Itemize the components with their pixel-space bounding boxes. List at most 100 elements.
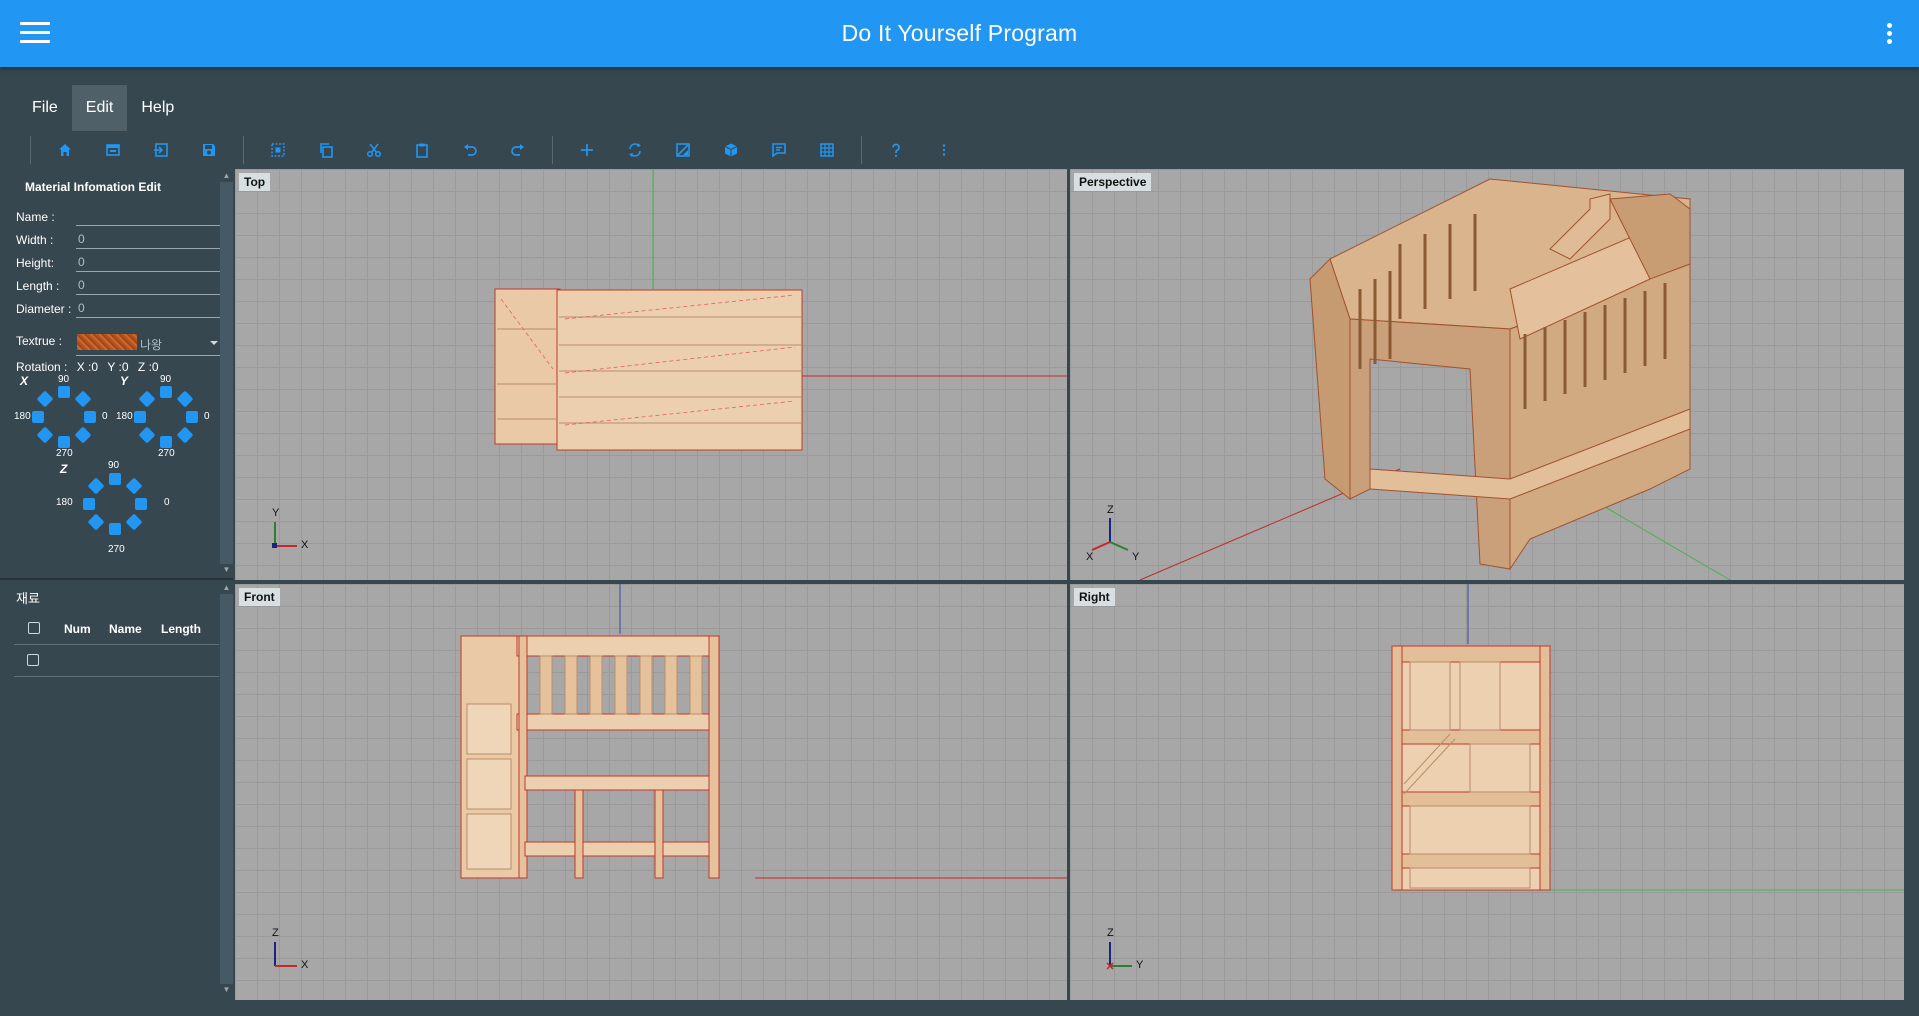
- dial-z-270-label: 270: [108, 544, 125, 555]
- height-input[interactable]: 0: [76, 252, 220, 272]
- paste-icon[interactable]: [406, 136, 438, 164]
- dial-x-knob[interactable]: [58, 436, 70, 448]
- scroll-down-arrow[interactable]: ▼: [220, 564, 233, 576]
- add-icon[interactable]: [571, 136, 603, 164]
- dial-x-knob[interactable]: [32, 411, 44, 423]
- save-icon[interactable]: [193, 136, 225, 164]
- help-icon[interactable]: [880, 136, 912, 164]
- material-info-panel: Material Infomation Edit Name : Width : …: [0, 168, 233, 580]
- gizmo-axis-z: Z: [1107, 927, 1114, 939]
- rotation-y-value: Y :0: [107, 360, 129, 374]
- dial-y-knob[interactable]: [186, 411, 198, 423]
- width-input[interactable]: 0: [76, 229, 220, 249]
- dial-y-knob[interactable]: [176, 390, 194, 408]
- gizmo-axis-y: Y: [1136, 959, 1144, 971]
- dial-z-knob[interactable]: [125, 477, 143, 495]
- table-row[interactable]: [14, 644, 219, 677]
- dial-z-knob[interactable]: [109, 473, 121, 485]
- scroll-down-arrow[interactable]: ▼: [220, 984, 233, 996]
- dial-x-knob[interactable]: [36, 390, 54, 408]
- viewport-right[interactable]: Right Z Y: [1070, 584, 1904, 1000]
- dial-y-knob[interactable]: [160, 436, 172, 448]
- toolbar-separator: [243, 136, 244, 164]
- dial-y-axis-label: Y: [120, 374, 129, 388]
- dial-y-knob[interactable]: [160, 386, 172, 398]
- gizmo-axis-x: X: [1086, 551, 1094, 563]
- dial-x-knob[interactable]: [74, 426, 92, 444]
- viewport-label: Front: [239, 588, 280, 606]
- materials-scrollbar[interactable]: [220, 594, 233, 984]
- length-label: Length :: [16, 279, 60, 293]
- copy-icon[interactable]: [310, 136, 342, 164]
- rotation-readout: Rotation : X :0 Y :0 Z :0: [16, 360, 159, 374]
- toolbar-separator: [30, 136, 31, 164]
- dial-x-knob[interactable]: [36, 426, 54, 444]
- more-vert-icon[interactable]: [928, 136, 960, 164]
- scroll-up-arrow[interactable]: ▲: [220, 170, 233, 182]
- column-name: Name: [109, 622, 142, 636]
- dial-y-knob[interactable]: [138, 390, 156, 408]
- width-label: Width :: [16, 233, 54, 247]
- axis-gizmo: Y X: [265, 504, 315, 554]
- length-input[interactable]: 0: [76, 275, 220, 295]
- redo-icon[interactable]: [502, 136, 534, 164]
- image-icon[interactable]: [667, 136, 699, 164]
- cut-icon[interactable]: [358, 136, 390, 164]
- dial-x-knob[interactable]: [74, 390, 92, 408]
- dial-x-knob[interactable]: [58, 386, 70, 398]
- more-vert-icon[interactable]: [1887, 23, 1893, 45]
- rotation-z-value: Z :0: [137, 360, 159, 374]
- dial-z-knob[interactable]: [83, 498, 95, 510]
- import-icon[interactable]: [145, 136, 177, 164]
- comment-icon[interactable]: [763, 136, 795, 164]
- info-scrollbar[interactable]: [220, 182, 233, 564]
- dial-y-180-label: 180: [116, 411, 133, 422]
- viewport-label: Top: [239, 173, 271, 191]
- viewport-perspective[interactable]: Perspective Z X Y: [1070, 169, 1904, 580]
- menu-help[interactable]: Help: [127, 85, 188, 131]
- viewport-front[interactable]: Front Z X: [235, 584, 1067, 1000]
- front-view-model: [460, 584, 1067, 879]
- viewport-top[interactable]: Top Y X: [235, 169, 1067, 580]
- undo-icon[interactable]: [454, 136, 486, 164]
- toolbar-separator: [552, 136, 553, 164]
- cube-icon[interactable]: [715, 136, 747, 164]
- grid-icon[interactable]: [811, 136, 843, 164]
- chevron-down-icon: [210, 341, 218, 345]
- dial-x-knob[interactable]: [84, 411, 96, 423]
- gizmo-axis-z: Z: [1107, 504, 1114, 516]
- height-row: Height: 0: [16, 252, 221, 275]
- dial-z-knob[interactable]: [125, 513, 143, 531]
- scroll-up-arrow[interactable]: ▲: [220, 582, 233, 594]
- dial-y-0-label: 0: [204, 411, 210, 422]
- name-input[interactable]: [76, 206, 220, 226]
- dial-z-knob[interactable]: [87, 477, 105, 495]
- select-all-checkbox[interactable]: [28, 622, 40, 634]
- row-checkbox[interactable]: [27, 654, 39, 666]
- texture-select[interactable]: 나왕: [76, 332, 220, 356]
- dial-z-knob[interactable]: [109, 523, 121, 535]
- rotation-dial-x: X 90 180 0 270: [14, 374, 114, 474]
- home-icon[interactable]: [49, 136, 81, 164]
- materials-table-header: Num Name Length: [14, 612, 219, 645]
- texture-swatch: [77, 334, 137, 350]
- diameter-row: Diameter : 0: [16, 298, 221, 321]
- toolbar: [20, 135, 968, 165]
- diameter-input[interactable]: 0: [76, 298, 220, 318]
- dial-y-270-label: 270: [158, 448, 175, 459]
- dial-y-knob[interactable]: [134, 411, 146, 423]
- rotation-dial-z: Z 90 180 0 270: [56, 460, 170, 560]
- dial-z-knob[interactable]: [87, 513, 105, 531]
- select-icon[interactable]: [262, 136, 294, 164]
- menu-edit[interactable]: Edit: [71, 85, 128, 131]
- gizmo-axis-x: X: [301, 959, 309, 971]
- name-row: Name :: [16, 206, 221, 229]
- menu-file[interactable]: File: [18, 85, 72, 131]
- dial-y-knob[interactable]: [176, 426, 194, 444]
- dial-y-knob[interactable]: [138, 426, 156, 444]
- rotate-icon[interactable]: [619, 136, 651, 164]
- right-view-model: [1391, 584, 1904, 891]
- window-icon[interactable]: [97, 136, 129, 164]
- dial-z-knob[interactable]: [135, 498, 147, 510]
- menu-icon[interactable]: [20, 22, 50, 44]
